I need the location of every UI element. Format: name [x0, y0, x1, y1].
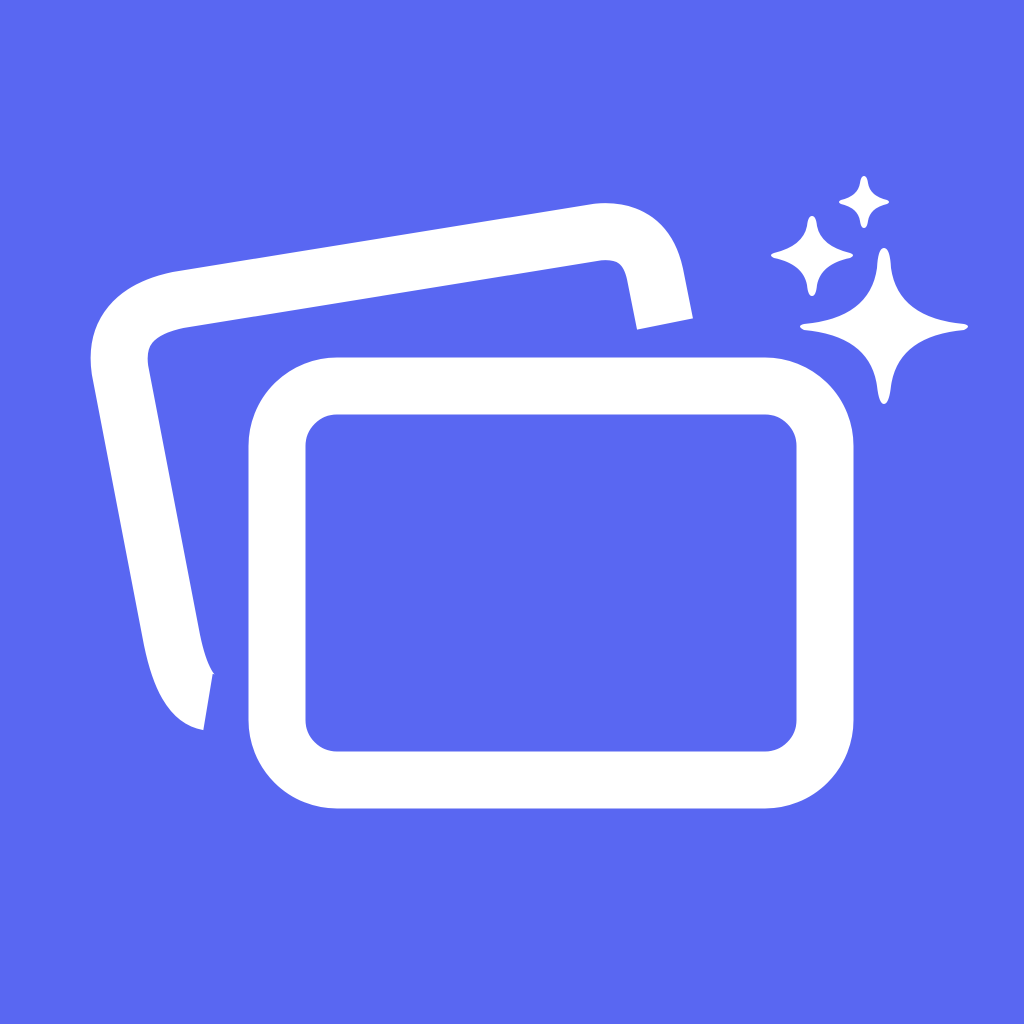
photo-cards-sparkle-icon: [0, 0, 1024, 1024]
app-icon: [0, 0, 1024, 1024]
